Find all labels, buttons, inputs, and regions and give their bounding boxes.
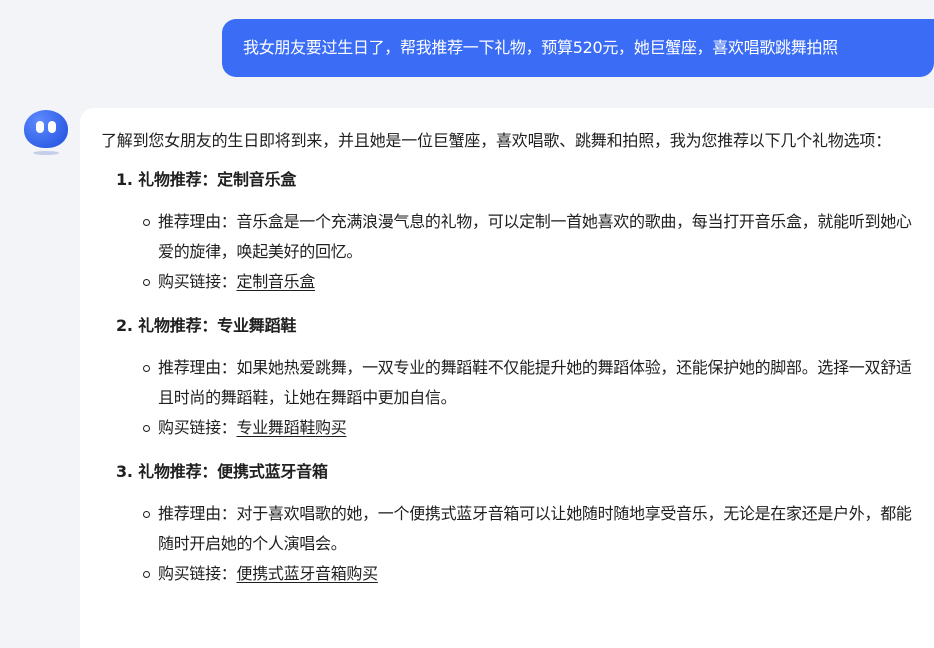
assistant-avatar-icon — [24, 110, 68, 156]
gift-title: 2. 礼物推荐：专业舞蹈鞋 — [116, 316, 297, 335]
gift-reason: 推荐理由：对于喜欢唱歌的她，一个便携式蓝牙音箱可以让她随时随地享受音乐，无论是在… — [158, 504, 912, 553]
bullet-icon — [143, 425, 150, 432]
gift-title: 3. 礼物推荐：便携式蓝牙音箱 — [116, 462, 328, 481]
reply-intro: 了解到您女朋友的生日即将到来，并且她是一位巨蟹座，喜欢唱歌、跳舞和拍照，我为您推… — [101, 131, 892, 150]
gift-detail-list: 推荐理由：音乐盒是一个充满浪漫气息的礼物，可以定制一首她喜欢的歌曲，每当打开音乐… — [101, 207, 934, 297]
bullet-icon — [143, 511, 150, 518]
gift-reason: 推荐理由：音乐盒是一个充满浪漫气息的礼物，可以定制一首她喜欢的歌曲，每当打开音乐… — [158, 212, 912, 261]
assistant-reply-bubble: 了解到您女朋友的生日即将到来，并且她是一位巨蟹座，喜欢唱歌、跳舞和拍照，我为您推… — [80, 108, 934, 648]
bullet-icon — [143, 219, 150, 226]
avatar-eye-left — [36, 121, 44, 133]
gift-reason: 推荐理由：如果她热爱跳舞，一双专业的舞蹈鞋不仅能提升她的舞蹈体验，还能保护她的脚… — [158, 358, 912, 407]
avatar-shadow — [33, 151, 59, 155]
avatar-head — [24, 110, 68, 148]
gift-section-2: 2. 礼物推荐：专业舞蹈鞋 推荐理由：如果她热爱跳舞，一双专业的舞蹈鞋不仅能提升… — [101, 315, 934, 443]
buy-link-music-box[interactable]: 定制音乐盒 — [237, 272, 316, 291]
buy-label: 购买链接： — [158, 564, 237, 583]
user-message-bubble: 我女朋友要过生日了，帮我推荐一下礼物，预算520元，她巨蟹座，喜欢唱歌跳舞拍照 — [222, 19, 934, 77]
list-item: 购买链接：定制音乐盒 — [101, 267, 918, 297]
buy-link-bluetooth-speaker[interactable]: 便携式蓝牙音箱购买 — [237, 564, 379, 583]
buy-link-dance-shoes[interactable]: 专业舞蹈鞋购买 — [237, 418, 347, 437]
avatar-eye-right — [48, 121, 56, 133]
buy-label: 购买链接： — [158, 418, 237, 437]
list-item: 推荐理由：音乐盒是一个充满浪漫气息的礼物，可以定制一首她喜欢的歌曲，每当打开音乐… — [101, 207, 918, 267]
gift-detail-list: 推荐理由：如果她热爱跳舞，一双专业的舞蹈鞋不仅能提升她的舞蹈体验，还能保护她的脚… — [101, 353, 934, 443]
list-item: 推荐理由：如果她热爱跳舞，一双专业的舞蹈鞋不仅能提升她的舞蹈体验，还能保护她的脚… — [101, 353, 918, 413]
gift-section-1: 1. 礼物推荐：定制音乐盒 推荐理由：音乐盒是一个充满浪漫气息的礼物，可以定制一… — [101, 169, 934, 297]
list-item: 购买链接：专业舞蹈鞋购买 — [101, 413, 918, 443]
bullet-icon — [143, 571, 150, 578]
list-item: 推荐理由：对于喜欢唱歌的她，一个便携式蓝牙音箱可以让她随时随地享受音乐，无论是在… — [101, 499, 918, 559]
bullet-icon — [143, 279, 150, 286]
gift-title: 1. 礼物推荐：定制音乐盒 — [116, 170, 297, 189]
gift-detail-list: 推荐理由：对于喜欢唱歌的她，一个便携式蓝牙音箱可以让她随时随地享受音乐，无论是在… — [101, 499, 934, 589]
list-item: 购买链接：便携式蓝牙音箱购买 — [101, 559, 918, 589]
bullet-icon — [143, 365, 150, 372]
buy-label: 购买链接： — [158, 272, 237, 291]
gift-section-3: 3. 礼物推荐：便携式蓝牙音箱 推荐理由：对于喜欢唱歌的她，一个便携式蓝牙音箱可… — [101, 461, 934, 589]
